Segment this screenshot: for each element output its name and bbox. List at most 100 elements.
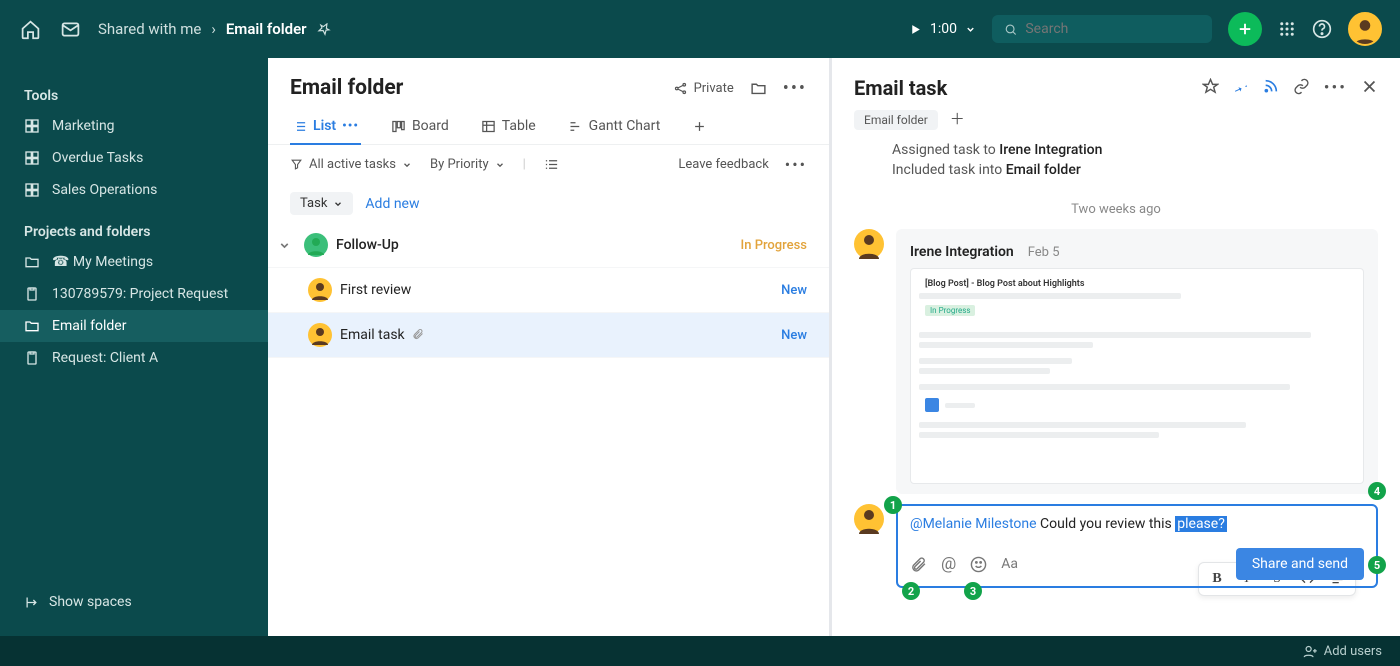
activity-timestamp: Two weeks ago — [832, 202, 1400, 217]
share-icon — [673, 81, 688, 96]
timer-value: 1:00 — [930, 21, 957, 37]
add-folder-icon[interactable]: ＋ — [950, 110, 965, 128]
sidebar-item-meetings[interactable]: ☎ My Meetings — [0, 246, 268, 278]
compose-input[interactable]: @Melanie Milestone Could you review this… — [896, 504, 1378, 588]
add-new-task[interactable]: Add new — [365, 196, 419, 212]
more-icon[interactable]: ••• — [1324, 78, 1347, 98]
sidebar-item-marketing[interactable]: Marketing — [0, 110, 268, 142]
annotation-badge-1: 1 — [884, 496, 902, 514]
gantt-icon — [568, 119, 583, 134]
inbox-icon[interactable] — [58, 17, 82, 41]
folder-icon — [24, 318, 40, 334]
sidebar-item-project-request[interactable]: 130789579: Project Request — [0, 278, 268, 310]
tab-board[interactable]: Board — [389, 112, 451, 144]
leave-feedback[interactable]: Leave feedback — [678, 157, 768, 172]
link-icon[interactable] — [1293, 78, 1310, 98]
format-text-icon[interactable]: Aa — [1001, 556, 1018, 572]
breadcrumb-parent[interactable]: Shared with me — [98, 20, 201, 38]
assignee-avatar — [308, 323, 332, 347]
compose-text[interactable]: @Melanie Milestone Could you review this… — [910, 516, 1364, 532]
sidebar-item-client-a[interactable]: Request: Client A — [0, 342, 268, 374]
search-icon — [1004, 22, 1017, 37]
sidebar-item-sales[interactable]: Sales Operations — [0, 174, 268, 206]
comment-date: Feb 5 — [1028, 245, 1060, 260]
search-input[interactable] — [992, 15, 1212, 43]
tab-gantt[interactable]: Gantt Chart — [566, 112, 663, 144]
mention[interactable]: @Melanie Milestone — [910, 516, 1037, 532]
sidebar-item-label: Marketing — [52, 118, 115, 134]
board-icon — [391, 119, 406, 134]
share-privacy[interactable]: Private — [673, 81, 734, 96]
tab-table[interactable]: Table — [479, 112, 538, 144]
rss-icon[interactable] — [1263, 78, 1279, 98]
task-status: New — [781, 328, 807, 343]
show-spaces-button[interactable]: Show spaces — [0, 582, 268, 622]
mention-icon[interactable]: @ — [941, 554, 956, 574]
filter-all-active[interactable]: All active tasks — [290, 157, 412, 172]
apps-icon[interactable] — [1278, 20, 1296, 38]
chevron-down-icon[interactable] — [278, 239, 296, 252]
annotation-badge-3: 3 — [964, 582, 982, 600]
search-field[interactable] — [1025, 21, 1200, 37]
tab-more-icon[interactable]: ••• — [342, 119, 359, 134]
star-icon[interactable] — [1202, 78, 1219, 98]
send-button[interactable]: Share and send — [1236, 548, 1364, 580]
task-title: Email task — [854, 76, 1190, 100]
more-icon[interactable]: ••• — [783, 78, 807, 99]
timer-control[interactable]: 1:00 — [909, 21, 976, 37]
user-avatar[interactable] — [1348, 12, 1382, 46]
sidebar-section-tools: Tools — [0, 70, 268, 110]
dashboard-icon — [24, 150, 40, 166]
chevron-down-icon — [965, 24, 976, 35]
sidebar-item-overdue[interactable]: Overdue Tasks — [0, 142, 268, 174]
add-view-button[interactable] — [690, 112, 709, 144]
annotation-badge-4: 4 — [1368, 482, 1386, 500]
task-row[interactable]: First review New — [268, 268, 829, 313]
sort-by-priority[interactable]: By Priority — [430, 157, 505, 172]
clipboard-icon — [24, 350, 40, 366]
bottom-bar: Add users — [0, 636, 1400, 666]
highlighted-text: please? — [1175, 516, 1227, 532]
create-button[interactable] — [1228, 12, 1262, 46]
pin-icon[interactable] — [1233, 78, 1249, 98]
task-type-chip[interactable]: Task — [290, 192, 353, 215]
assignee-avatar — [308, 278, 332, 302]
close-icon[interactable] — [1361, 78, 1378, 98]
list-icon — [292, 119, 307, 134]
sidebar-item-label: Overdue Tasks — [52, 150, 143, 166]
table-icon — [481, 119, 496, 134]
task-folder-chip[interactable]: Email folder — [854, 110, 938, 130]
task-name: First review — [340, 282, 781, 298]
task-row[interactable]: Email task New — [268, 313, 829, 358]
add-users-icon — [1303, 644, 1318, 659]
task-status: In Progress — [741, 238, 807, 253]
sort-label: By Priority — [430, 157, 489, 172]
task-name: Follow-Up — [336, 237, 741, 253]
compose-avatar — [854, 504, 884, 534]
home-icon[interactable] — [18, 17, 42, 41]
sidebar-section-projects: Projects and folders — [0, 206, 268, 246]
help-icon[interactable] — [1312, 19, 1332, 39]
filter-label: All active tasks — [309, 157, 396, 172]
breadcrumb-current[interactable]: Email folder — [226, 20, 307, 38]
task-detail-panel: Email task ••• Email folder ＋ Assigned t… — [832, 58, 1400, 636]
task-group-row[interactable]: Follow-Up In Progress — [268, 223, 829, 268]
folder-icon — [24, 254, 40, 270]
add-users-button[interactable]: Add users — [1303, 644, 1382, 659]
annotation-badge-2: 2 — [902, 582, 920, 600]
folder-title: Email folder — [290, 76, 673, 100]
chevron-down-icon — [402, 160, 412, 170]
expand-all-icon[interactable] — [544, 157, 559, 172]
sidebar-item-label: Email folder — [52, 318, 126, 334]
sidebar-item-email-folder[interactable]: Email folder — [0, 310, 268, 342]
attach-icon[interactable] — [910, 556, 927, 573]
tab-list[interactable]: List ••• — [290, 112, 361, 144]
embedded-preview[interactable]: [Blog Post] - Blog Post about Highlights… — [910, 268, 1364, 484]
pin-icon[interactable] — [314, 19, 333, 38]
sidebar-item-label: Sales Operations — [52, 182, 157, 198]
attachment-icon — [412, 327, 424, 343]
more-icon[interactable]: ••• — [785, 155, 807, 174]
emoji-icon[interactable] — [970, 556, 987, 573]
breadcrumb: Shared with me › Email folder — [98, 20, 331, 38]
folder-header-icon[interactable] — [750, 80, 767, 97]
